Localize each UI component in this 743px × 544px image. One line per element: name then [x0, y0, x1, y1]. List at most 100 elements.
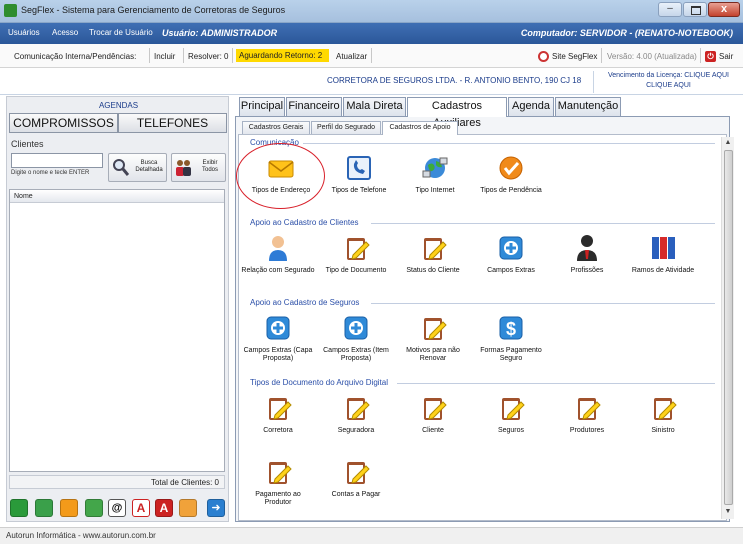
doc-contas-pagar-item[interactable]: Contas a Pagar [317, 457, 395, 499]
campos-extras-item-proposta-item[interactable]: Campos Extras (Item Proposta) [317, 313, 395, 363]
grid-header-nome[interactable]: Nome [10, 190, 224, 203]
ramos-atividade-item[interactable]: Ramos de Atividade [624, 233, 702, 275]
item-label: Campos Extras (Capa Proposta) [243, 347, 313, 362]
comunicacao-label: Comunicação Interna/Pendências: [14, 52, 137, 61]
scroll-thumb[interactable] [724, 150, 733, 505]
check-icon[interactable] [10, 499, 28, 517]
menu-acesso[interactable]: Acesso [52, 28, 78, 37]
aguardando-retorno-button[interactable]: Aguardando Retorno: 2 [236, 49, 329, 62]
subtab-perfil-segurado[interactable]: Perfil do Segurado [311, 121, 381, 134]
menu-bar: Usuários Acesso Trocar de Usuário Usuári… [0, 23, 743, 44]
licenca-box[interactable]: Vencimento da Licença: CLIQUE AQUI CLIQU… [593, 71, 743, 93]
doc-pagamento-produtor-item[interactable]: Pagamento ao Produtor [239, 457, 317, 507]
notes-icon[interactable] [60, 499, 78, 517]
item-label: Ramos de Atividade [631, 267, 695, 274]
doc-produtores-item[interactable]: Produtores [548, 393, 626, 435]
clipboard-pencil-icon [424, 318, 447, 340]
font-a-icon[interactable]: A [132, 499, 150, 517]
item-label: Sinistro [651, 427, 675, 434]
tipo-documento-item[interactable]: Tipo de Documento [317, 233, 395, 275]
item-label: Tipos de Endereço [251, 187, 311, 194]
at-icon[interactable]: @ [108, 499, 126, 517]
site-icon[interactable] [538, 51, 549, 62]
relacao-segurado-item[interactable]: Relação com Segurado [239, 233, 317, 275]
minimize-button[interactable]: – [658, 2, 682, 17]
tipos-telefone-item[interactable]: Tipos de Telefone [320, 153, 398, 195]
item-label: Tipo Internet [415, 187, 455, 194]
campos-extras-item[interactable]: Campos Extras [472, 233, 550, 275]
toolbar: Comunicação Interna/Pendências: Incluir … [0, 44, 743, 68]
tipos-pendencia-item[interactable]: Tipos de Pendência [472, 153, 550, 195]
close-button[interactable]: x [708, 2, 740, 17]
exibir-todos-button[interactable]: Exibir Todos [171, 153, 226, 182]
client-search-input[interactable] [11, 153, 103, 168]
status-bar: Autorun Informática - www.autorun.com.br [0, 527, 743, 544]
formas-pagamento-item[interactable]: $ Formas Pagamento Seguro [472, 313, 550, 363]
tab-mala-direta[interactable]: Mala Direta [343, 97, 406, 116]
doc-cliente-item[interactable]: Cliente [394, 393, 472, 435]
busca-detalhada-button[interactable]: Busca Detalhada [108, 153, 167, 182]
hand-icon[interactable] [85, 499, 103, 517]
apoio-content: Comunicação Tipos de Endereço Tipos de T… [236, 134, 734, 521]
item-label: Cliente [422, 427, 444, 434]
compromissos-button[interactable]: COMPROMISSOS [9, 113, 118, 133]
plus-button-icon [499, 236, 523, 260]
clipboard-pencil-icon [424, 398, 447, 420]
power-icon[interactable]: ⏻ [705, 51, 716, 62]
total-clientes: Total de Clientes: 0 [9, 475, 225, 489]
mail-icon[interactable] [35, 499, 53, 517]
subtab-cadastros-apoio[interactable]: Cadastros de Apoio [382, 121, 458, 135]
tab-financeiro[interactable]: Financeiro [286, 97, 342, 116]
status-cliente-item[interactable]: Status do Cliente [394, 233, 472, 275]
maximize-button[interactable] [683, 2, 707, 17]
envelope-icon [268, 160, 294, 178]
site-segflex-link[interactable]: Site SegFlex [552, 52, 597, 61]
tab-principal[interactable]: Principal [239, 97, 285, 116]
campos-extras-capa-item[interactable]: Campos Extras (Capa Proposta) [239, 313, 317, 363]
menu-usuarios[interactable]: Usuários [8, 28, 40, 37]
scroll-up-icon[interactable]: ▲ [722, 137, 734, 149]
printer-icon[interactable] [179, 499, 197, 517]
resolver-button[interactable]: Resolver: 0 [188, 52, 228, 61]
sair-button[interactable]: Sair [719, 52, 733, 61]
incluir-button[interactable]: Incluir [154, 52, 175, 61]
section-divider [397, 383, 715, 384]
tipo-internet-item[interactable]: Tipo Internet [396, 153, 474, 195]
separator [371, 48, 372, 63]
doc-seguradora-item[interactable]: Seguradora [317, 393, 395, 435]
status-text: Autorun Informática - www.autorun.com.br [6, 531, 156, 540]
doc-sinistro-item[interactable]: Sinistro [624, 393, 702, 435]
atualizar-button[interactable]: Atualizar [336, 52, 367, 61]
scroll-down-icon[interactable]: ▼ [722, 506, 734, 518]
doc-seguros-item[interactable]: Seguros [472, 393, 550, 435]
clipboard-pencil-icon [347, 462, 370, 484]
doc-corretora-item[interactable]: Corretora [239, 393, 317, 435]
subtab-cadastros-gerais[interactable]: Cadastros Gerais [242, 121, 310, 134]
tab-cadastros-auxiliares[interactable]: Cadastros Auxiliares [407, 97, 507, 129]
licenca-link[interactable]: CLIQUE AQUI [594, 81, 743, 91]
licenca-text[interactable]: Vencimento da Licença: CLIQUE AQUI [594, 71, 743, 81]
item-label: Corretora [263, 427, 293, 434]
motivos-nao-renovar-item[interactable]: Motivos para não Renovar [394, 313, 472, 363]
agendas-label: AGENDAS [98, 101, 139, 110]
vertical-scrollbar[interactable]: ▲ ▼ [721, 137, 734, 519]
clients-grid[interactable]: Nome [9, 189, 225, 472]
clipboard-pencil-icon [269, 398, 292, 420]
menu-trocar-usuario[interactable]: Trocar de Usuário [89, 28, 153, 37]
title-bar: SegFlex - Sistema para Gerenciamento de … [0, 0, 743, 23]
item-label: Formas Pagamento Seguro [480, 347, 542, 362]
clipboard-pencil-icon [654, 398, 677, 420]
pdf-icon[interactable]: A [155, 499, 173, 517]
globe-icon [422, 157, 448, 178]
dollar-icon: $ [499, 316, 523, 340]
tipos-endereco-item[interactable]: Tipos de Endereço [242, 153, 320, 195]
arrow-right-icon[interactable]: ➜ [207, 499, 225, 517]
tab-agenda[interactable]: Agenda [508, 97, 554, 116]
telefones-button[interactable]: TELEFONES [118, 113, 227, 133]
plus-button-icon [266, 316, 290, 340]
item-label: Campos Extras (Item Proposta) [323, 347, 389, 362]
item-label: Tipo de Documento [325, 267, 387, 274]
profissoes-item[interactable]: Profissões [548, 233, 626, 275]
phone-calendar-icon [347, 156, 371, 180]
tab-manutencao[interactable]: Manutenção [555, 97, 621, 116]
